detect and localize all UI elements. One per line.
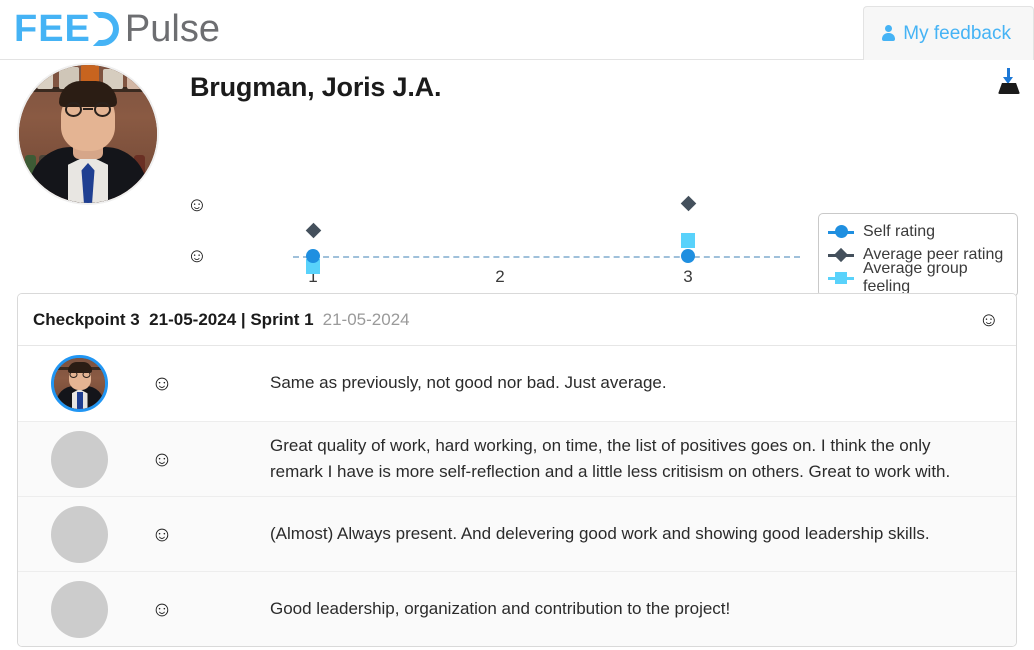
- legend-marker-diamond-icon: [828, 247, 854, 262]
- download-icon[interactable]: [995, 67, 1023, 97]
- header-tabs: My feedback: [863, 6, 1034, 60]
- avatar-decor: [127, 71, 145, 89]
- tab-my-feedback[interactable]: My feedback: [863, 6, 1034, 60]
- tab-my-feedback-label: My feedback: [903, 22, 1011, 44]
- legend-marker-circle-icon: [828, 225, 854, 239]
- logo-text-pulse: Pulse: [124, 8, 220, 50]
- self-rating-line: [293, 256, 800, 258]
- download-arrow: [1003, 68, 1013, 84]
- app-logo[interactable]: FEE Pulse: [14, 8, 220, 50]
- chart-legend: Self rating Average peer rating Average …: [818, 213, 1018, 297]
- avatar-decor: [37, 71, 53, 89]
- data-point-self-rating-3: [681, 249, 695, 263]
- checkpoint-card: Checkpoint 3 21-05-2024 | Sprint 1 21-05…: [17, 293, 1017, 647]
- data-point-group-feeling-3: [681, 233, 695, 248]
- checkpoint-header[interactable]: Checkpoint 3 21-05-2024 | Sprint 1 21-05…: [18, 294, 1016, 346]
- rating-chart: ☺ ☺ ☹ 1 2 3: [180, 185, 800, 315]
- feedback-mood-icon: ☺: [151, 447, 173, 471]
- feedback-text: (Almost) Always present. And delevering …: [270, 523, 930, 543]
- feedback-text: Great quality of work, hard working, on …: [270, 435, 951, 481]
- checkpoint-date: 21-05-2024: [322, 309, 410, 329]
- y-axis-neutral-icon: ☺: [186, 245, 208, 267]
- top-bar: FEE Pulse My feedback: [0, 0, 1034, 60]
- legend-label-group-feeling: Average group feeling: [863, 259, 968, 295]
- feedback-mood-icon: ☺: [151, 522, 173, 546]
- checkpoint-mood-icon: ☺: [978, 308, 999, 331]
- data-point-self-rating-1: [306, 249, 320, 263]
- legend-item-self-rating: Self rating: [828, 220, 1008, 243]
- page-title: Brugman, Joris J.A.: [190, 72, 442, 102]
- x-axis-tick-2: 2: [495, 267, 505, 286]
- feedback-row: ☺ Same as previously, not good nor bad. …: [18, 346, 1016, 421]
- profile-avatar: [17, 63, 159, 205]
- legend-label-self-rating: Self rating: [863, 222, 936, 240]
- feedback-row: ☺ Good leadership, organization and cont…: [18, 571, 1016, 646]
- avatar: [51, 355, 108, 412]
- data-point-peer-rating-3: [680, 195, 696, 211]
- legend-marker-square-icon: [828, 271, 854, 285]
- feedback-mood-icon: ☺: [151, 597, 173, 621]
- logo-text-feed: FEE: [14, 8, 91, 50]
- feedback-text: Good leadership, organization and contri…: [270, 598, 731, 618]
- y-axis-happy-icon: ☺: [186, 194, 208, 216]
- avatar: [51, 580, 108, 638]
- data-point-peer-rating-1: [305, 222, 321, 238]
- avatar: [51, 505, 108, 563]
- person-icon: [882, 25, 896, 42]
- feedback-mood-icon: ☺: [151, 372, 173, 395]
- feedback-text: Same as previously, not good nor bad. Ju…: [270, 373, 667, 393]
- feedback-row: ☺ Great quality of work, hard working, o…: [18, 421, 1016, 496]
- x-axis-tick-3: 3: [683, 267, 693, 286]
- checkpoint-title: Checkpoint 3 21-05-2024 | Sprint 1: [33, 309, 314, 329]
- avatar: [51, 430, 108, 488]
- logo-d-arc-icon: [92, 12, 119, 46]
- feedback-row: ☺ (Almost) Always present. And deleverin…: [18, 496, 1016, 571]
- profile-section: Brugman, Joris J.A. ☺ ☺ ☹ 1 2 3 Self rat…: [0, 60, 1034, 315]
- download-tray: [998, 83, 1020, 94]
- avatar-glasses-icon: [63, 102, 113, 117]
- legend-item-group-feeling: Average group feeling: [828, 260, 1008, 295]
